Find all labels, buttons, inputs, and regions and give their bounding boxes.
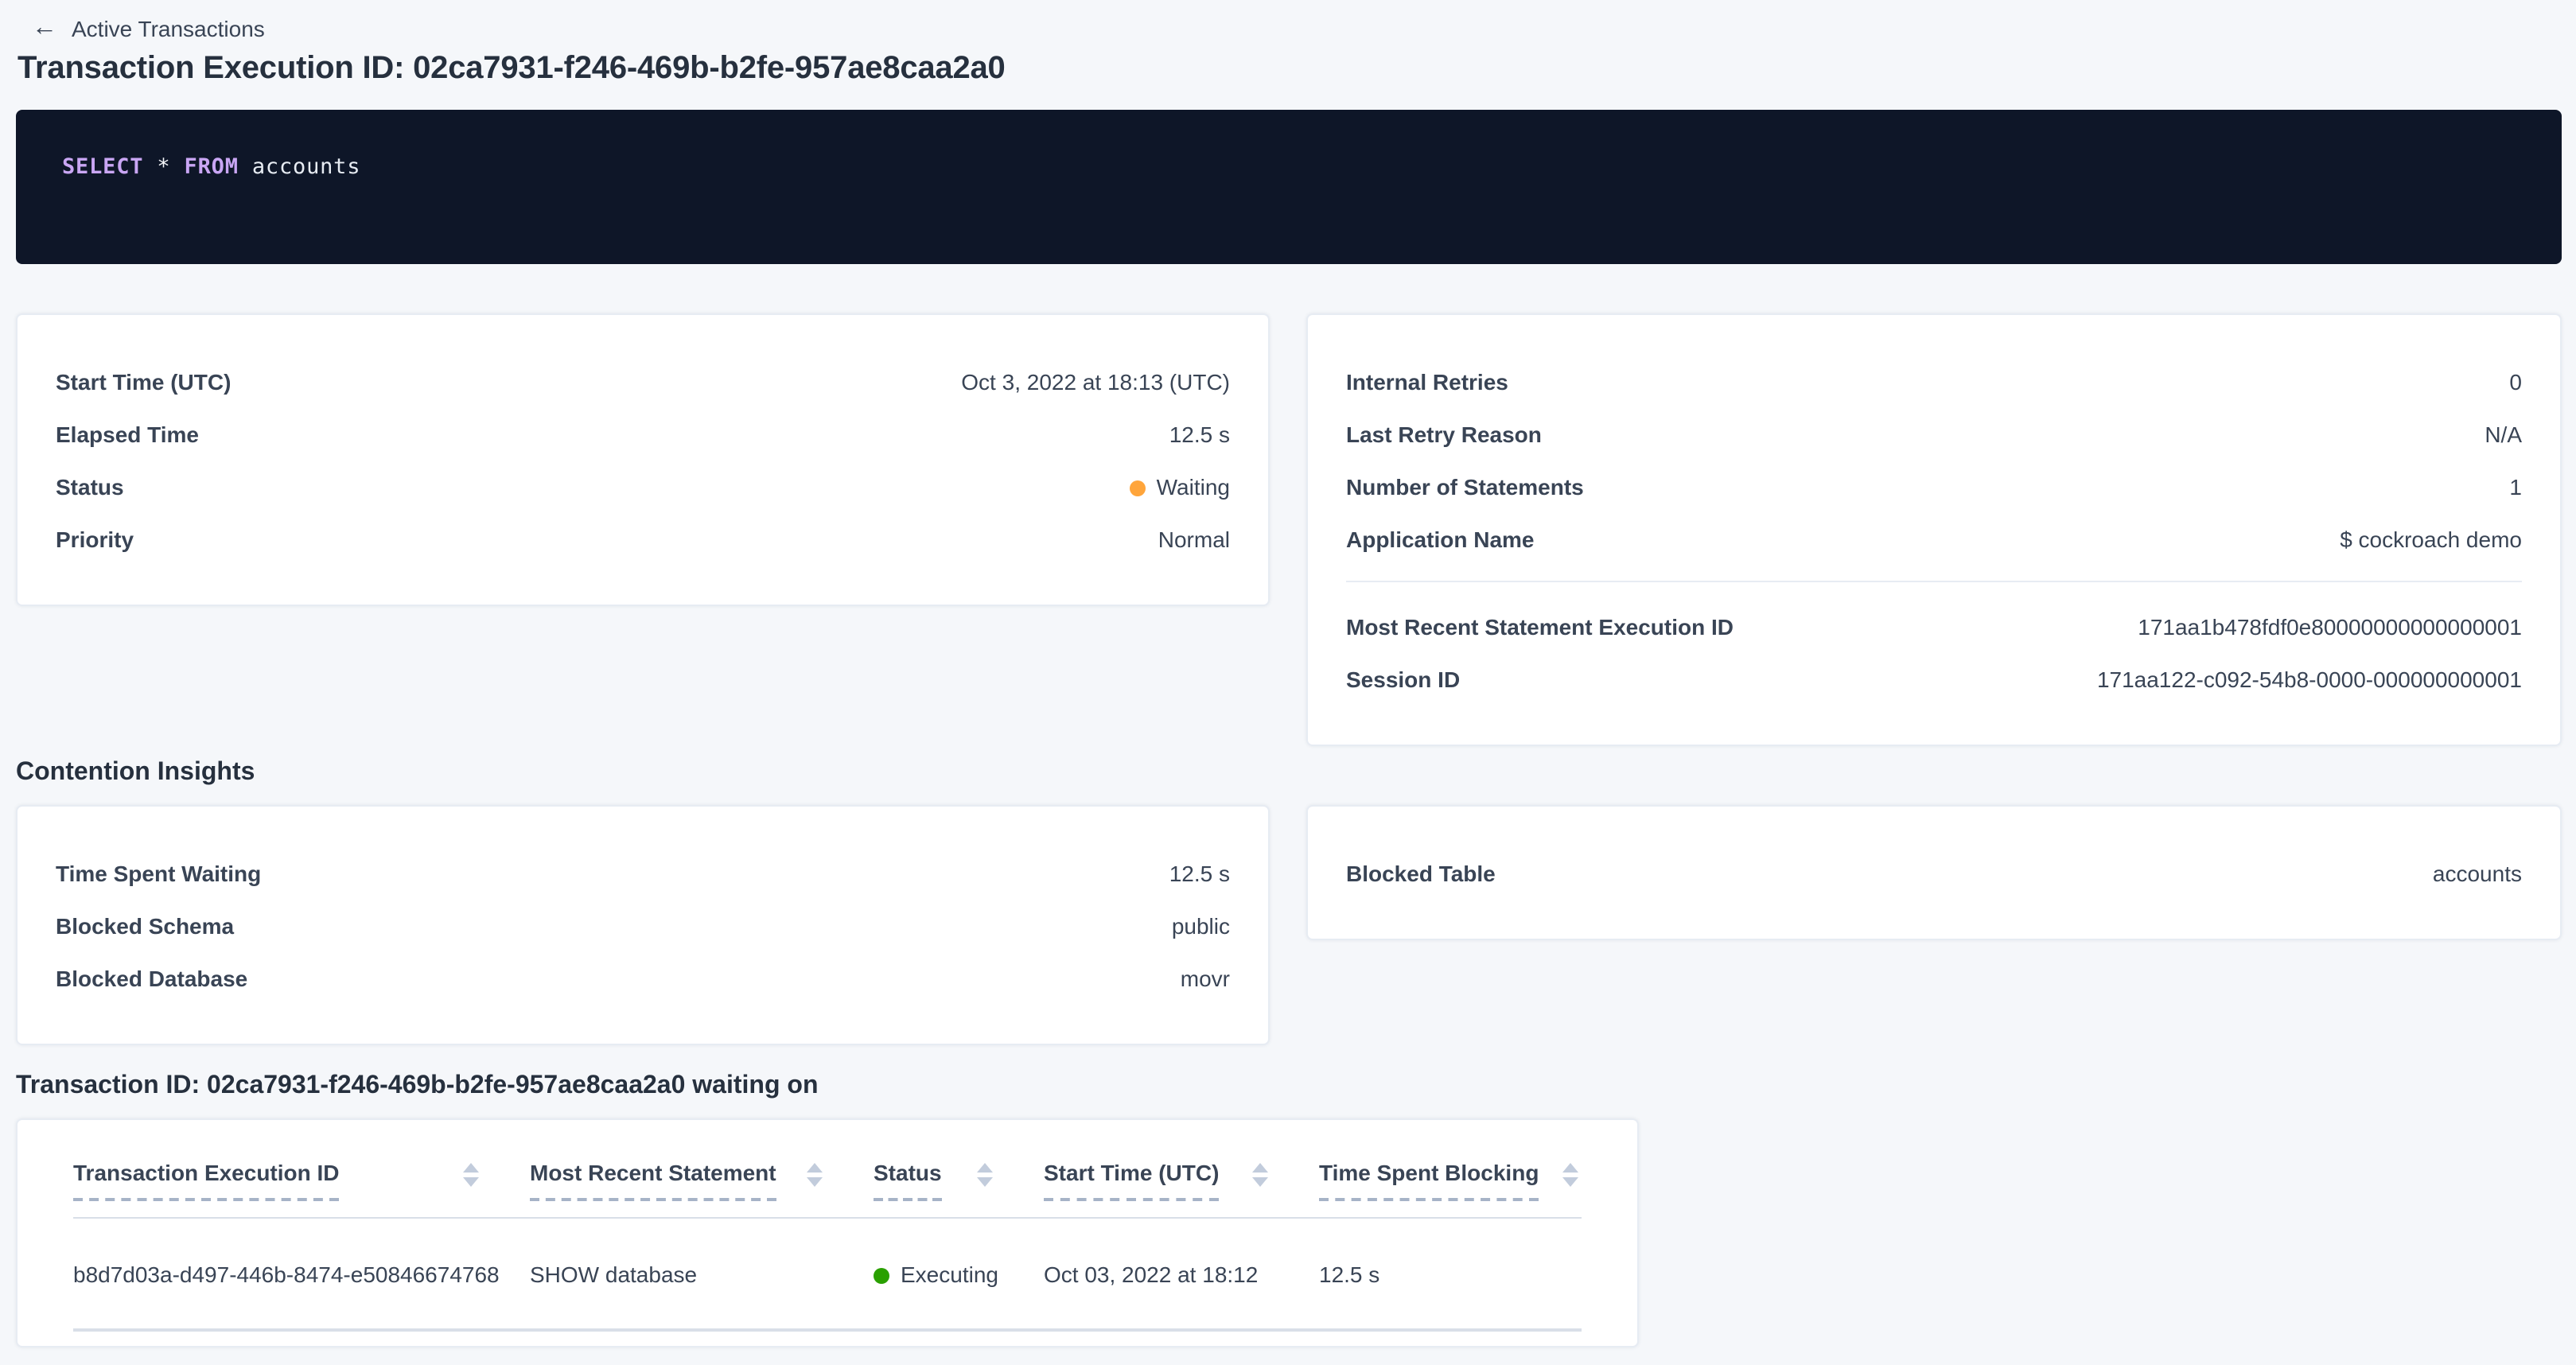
active-transaction-details-page: ← Active Transactions Transaction Execut… [0,0,2576,1365]
cell-most-recent-statement: SHOW database [530,1218,874,1330]
row-label: Elapsed Time [56,421,199,446]
details-row-statement-execution-id: Most Recent Statement Execution ID 171aa… [1346,600,2522,652]
status-text: Waiting [1157,473,1230,499]
cell-time-spent-blocking: 12.5 s [1319,1218,1582,1330]
row-label: Status [56,473,124,499]
waiting-on-heading: Transaction ID: 02ca7931-f246-469b-b2fe-… [16,1072,819,1101]
details-row-application-name: Application Name $ cockroach demo [1346,512,2522,565]
sql-keyword-from: FROM [185,154,239,180]
row-value: 0 [2509,368,2522,394]
contention-row-time-spent-waiting: Time Spent Waiting 12.5 s [56,846,1230,899]
executing-status-dot-icon [874,1268,889,1284]
row-value: N/A [2485,421,2522,446]
details-row-internal-retries: Internal Retries 0 [1346,355,2522,407]
row-value: $ cockroach demo [2340,526,2522,551]
execution-details-card: Internal Retries 0 Last Retry Reason N/A… [1306,313,2562,746]
column-header-transaction-execution-id[interactable]: Transaction Execution ID [73,1120,530,1218]
row-value: 12.5 s [1169,860,1230,885]
row-value: Oct 3, 2022 at 18:13 (UTC) [961,368,1230,394]
cell-status: Executing [874,1218,1044,1330]
sql-table-name: accounts [252,154,360,180]
back-to-active-transactions-link[interactable]: ← Active Transactions [32,11,265,46]
sql-keyword-select: SELECT [62,154,143,180]
contention-row-blocked-schema: Blocked Schema public [56,899,1230,951]
row-label: Blocked Schema [56,912,234,938]
card-divider [1346,581,2522,582]
row-label: Application Name [1346,526,1535,551]
execution-summary-card: Start Time (UTC) Oct 3, 2022 at 18:13 (U… [16,313,1270,606]
summary-row-priority: Priority Normal [56,512,1230,565]
column-header-label: Most Recent Statement [530,1160,776,1201]
sort-arrows-icon [977,1163,993,1187]
summary-row-start-time: Start Time (UTC) Oct 3, 2022 at 18:13 (U… [56,355,1230,407]
cell-start-time: Oct 03, 2022 at 18:12 [1044,1218,1319,1330]
row-value: public [1172,912,1230,938]
statement-execution-id-link[interactable]: 171aa1b478fdf0e80000000000000001 [2138,613,2522,639]
column-header-start-time[interactable]: Start Time (UTC) [1044,1120,1319,1218]
row-label: Start Time (UTC) [56,368,231,394]
row-label: Blocked Table [1346,860,1496,885]
page-title: Transaction Execution ID: 02ca7931-f246-… [18,51,1006,88]
row-value: Normal [1158,526,1230,551]
row-label: Session ID [1346,666,1460,691]
waiting-on-table-card: Transaction Execution ID Most Recent Sta… [16,1118,1639,1348]
details-row-session-id: Session ID 171aa122-c092-54b8-0000-00000… [1346,652,2522,705]
details-row-number-of-statements: Number of Statements 1 [1346,460,2522,512]
contention-waiting-card: Time Spent Waiting 12.5 s Blocked Schema… [16,805,1270,1045]
status-text: Executing [901,1262,998,1287]
row-label: Most Recent Statement Execution ID [1346,613,1734,639]
column-header-label: Status [874,1160,942,1201]
status-value: Waiting [1130,473,1230,499]
sort-arrows-icon [807,1163,823,1187]
column-header-label: Start Time (UTC) [1044,1160,1219,1201]
column-header-most-recent-statement[interactable]: Most Recent Statement [530,1120,874,1218]
waiting-on-table: Transaction Execution ID Most Recent Sta… [73,1120,1582,1332]
left-arrow-icon: ← [32,16,57,41]
sort-arrows-icon [1252,1163,1268,1187]
row-value: 12.5 s [1169,421,1230,446]
column-header-label: Time Spent Blocking [1319,1160,1539,1201]
back-link-label: Active Transactions [72,11,265,46]
summary-row-elapsed-time: Elapsed Time 12.5 s [56,407,1230,460]
column-header-label: Transaction Execution ID [73,1160,340,1201]
row-value: accounts [2433,860,2522,885]
contention-insights-heading: Contention Insights [16,759,255,788]
contention-row-blocked-database: Blocked Database movr [56,951,1230,1004]
sort-arrows-icon [463,1163,479,1187]
sql-statement-box: SELECT * FROM accounts [16,110,2562,264]
details-row-last-retry-reason: Last Retry Reason N/A [1346,407,2522,460]
row-label: Number of Statements [1346,473,1584,499]
summary-row-status: Status Waiting [56,460,1230,512]
table-header-row: Transaction Execution ID Most Recent Sta… [73,1120,1582,1218]
contention-cards-row: Time Spent Waiting 12.5 s Blocked Schema… [16,805,2562,1045]
column-header-status[interactable]: Status [874,1120,1044,1218]
sql-statement-text: SELECT * FROM accounts [62,154,2516,180]
cell-transaction-execution-id: b8d7d03a-d497-446b-8474-e50846674768 [73,1218,530,1330]
session-id-link[interactable]: 171aa122-c092-54b8-0000-000000000001 [2097,666,2522,691]
sort-arrows-icon [1562,1163,1578,1187]
column-header-time-spent-blocking[interactable]: Time Spent Blocking [1319,1120,1582,1218]
row-label: Priority [56,526,134,551]
sql-star: * [157,154,170,180]
row-label: Internal Retries [1346,368,1508,394]
waiting-status-dot-icon [1130,480,1146,496]
row-value: 1 [2509,473,2522,499]
contention-row-blocked-table: Blocked Table accounts [1346,846,2522,899]
summary-cards-row: Start Time (UTC) Oct 3, 2022 at 18:13 (U… [16,313,2562,746]
row-label: Blocked Database [56,965,247,990]
table-row: b8d7d03a-d497-446b-8474-e50846674768 SHO… [73,1218,1582,1330]
row-label: Time Spent Waiting [56,860,261,885]
contention-blocked-table-card: Blocked Table accounts [1306,805,2562,940]
row-label: Last Retry Reason [1346,421,1542,446]
row-value: movr [1181,965,1230,990]
